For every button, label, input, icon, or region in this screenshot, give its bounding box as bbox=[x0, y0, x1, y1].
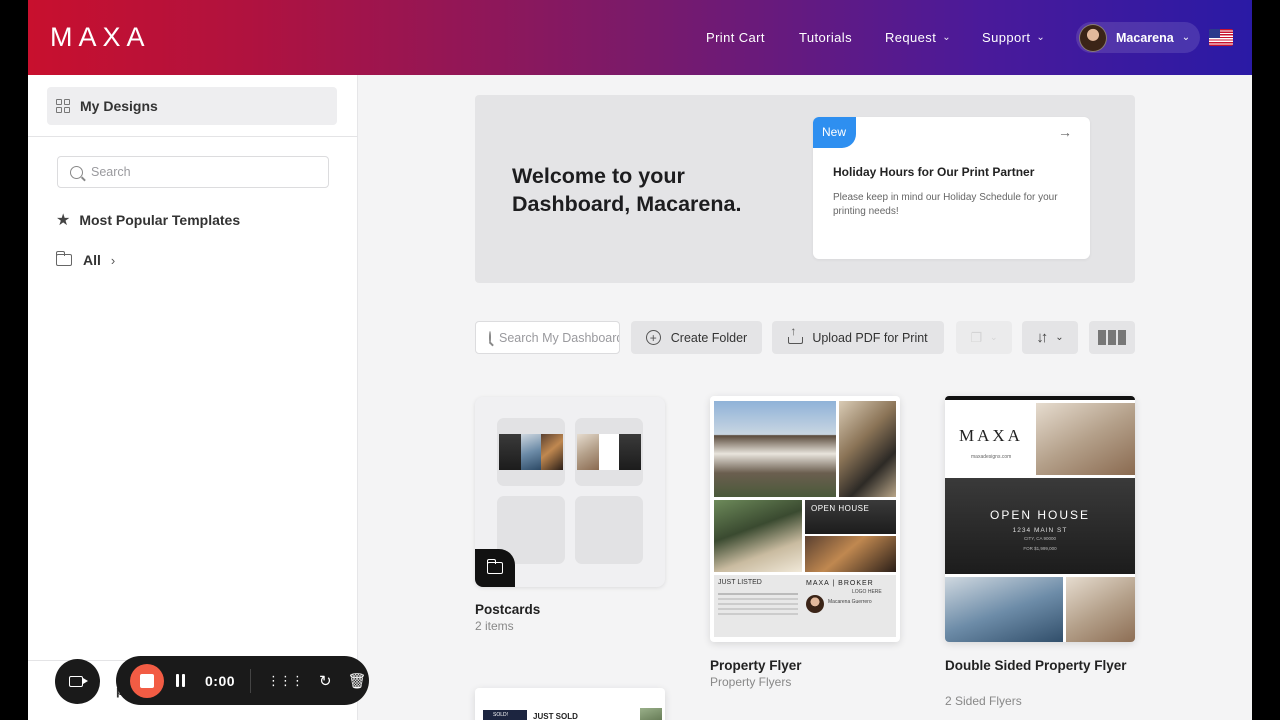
create-folder-label: Create Folder bbox=[670, 330, 748, 345]
arrow-right-icon[interactable]: → bbox=[1058, 124, 1072, 140]
sidebar-item-label: All bbox=[83, 252, 101, 268]
folder-open-icon bbox=[486, 559, 503, 574]
property-flyer-card[interactable]: OPEN HOUSE JUST LISTED MAXA | BROKER LOG… bbox=[710, 396, 900, 642]
card-subtitle: Property Flyers bbox=[710, 675, 792, 689]
nav-support-label: Support bbox=[982, 30, 1031, 45]
nav-request-label: Request bbox=[885, 30, 937, 45]
flyer-agent: Macarena Guerrero bbox=[828, 599, 872, 605]
search-placeholder: Search bbox=[91, 165, 131, 179]
video-camera-icon bbox=[68, 676, 88, 687]
dashboard-search-input[interactable]: Search My Dashboard bbox=[475, 321, 620, 354]
welcome-title: Welcome to your Dashboard, Macarena. bbox=[512, 164, 742, 216]
sidebar-item-all[interactable]: All › bbox=[55, 251, 116, 268]
search-icon bbox=[489, 331, 491, 344]
flyer-open-house: OPEN HOUSE bbox=[989, 508, 1090, 522]
sidebar: My Designs Search ★ Most Popular Templat… bbox=[28, 75, 358, 720]
grid-icon bbox=[56, 99, 70, 113]
folder-preview-2 bbox=[575, 418, 643, 486]
chevron-down-icon: ⌄ bbox=[942, 32, 952, 43]
chevron-down-icon: ⌄ bbox=[1181, 32, 1191, 43]
nav-print-cart-label: Print Cart bbox=[706, 30, 765, 45]
app-window: MAXA Print Cart Tutorials Request ⌄ Suppo… bbox=[28, 0, 1252, 720]
postcards-folder-card[interactable] bbox=[475, 397, 665, 587]
sidebar-item-label: My Designs bbox=[80, 98, 158, 114]
news-body: Please keep in mind our Holiday Schedule… bbox=[833, 192, 1058, 217]
postcard-just-sold: JUST SOLD bbox=[533, 712, 578, 720]
divider bbox=[28, 136, 358, 137]
trash-icon[interactable]: 🗑 bbox=[348, 672, 367, 690]
news-card[interactable]: New → Holiday Hours for Our Print Partne… bbox=[813, 117, 1090, 259]
folder-preview-1 bbox=[497, 418, 565, 486]
flyer-logo-here: LOGO HERE bbox=[852, 589, 882, 595]
postcard-sold: SOLD! bbox=[493, 712, 509, 718]
double-sided-flyer-card[interactable]: MAXA maxadesigns.com OPEN HOUSE 1234 MAI… bbox=[945, 396, 1135, 642]
news-title: Holiday Hours for Our Print Partner bbox=[833, 165, 1035, 179]
copy-dropdown-button[interactable]: ❐ ⌄ bbox=[956, 321, 1012, 354]
search-icon bbox=[70, 165, 83, 179]
postcard-card-partial[interactable]: SOLD! JUST SOLD bbox=[475, 688, 665, 720]
folder-badge bbox=[475, 549, 515, 587]
flyer-brand: MAXA bbox=[959, 426, 1023, 445]
card-title[interactable]: Postcards bbox=[475, 601, 540, 619]
card-title[interactable]: Double Sided Property Flyer bbox=[945, 657, 1135, 675]
divider bbox=[250, 668, 252, 693]
card-subtitle: 2 items bbox=[475, 619, 514, 633]
folder-preview-empty bbox=[575, 496, 643, 564]
upload-pdf-label: Upload PDF for Print bbox=[812, 330, 928, 345]
grid-view-toggle[interactable] bbox=[1089, 321, 1135, 354]
camera-toggle-button[interactable] bbox=[55, 659, 100, 704]
nav-request[interactable]: Request ⌄ bbox=[885, 30, 951, 45]
top-navigation-bar: MAXA Print Cart Tutorials Request ⌄ Suppo… bbox=[28, 0, 1252, 75]
chevron-right-icon: › bbox=[110, 252, 116, 268]
flyer-site: maxadesigns.com bbox=[971, 454, 1012, 460]
new-badge: New bbox=[813, 117, 856, 148]
create-folder-button[interactable]: + Create Folder bbox=[631, 321, 762, 354]
nav-support[interactable]: Support ⌄ bbox=[982, 30, 1045, 45]
flyer-address: 1234 MAIN ST bbox=[1012, 527, 1068, 534]
columns-icon bbox=[1098, 330, 1126, 345]
user-name: Macarena bbox=[1116, 30, 1174, 45]
upload-pdf-button[interactable]: Upload PDF for Print bbox=[772, 321, 944, 354]
upload-icon bbox=[788, 324, 804, 344]
chevron-down-icon: ⌄ bbox=[990, 332, 998, 342]
nav-tutorials-label: Tutorials bbox=[799, 30, 852, 45]
sort-icon: ↓↑ bbox=[1036, 329, 1048, 346]
sidebar-item-my-designs[interactable]: My Designs bbox=[47, 87, 337, 125]
chevron-down-icon: ⌄ bbox=[1055, 332, 1064, 343]
drag-handle-icon[interactable]: ⋮⋮⋮ bbox=[267, 673, 304, 689]
card-title[interactable]: Property Flyer bbox=[710, 657, 802, 675]
sidebar-search-input[interactable]: Search bbox=[57, 156, 329, 188]
flyer-open-house: OPEN HOUSE bbox=[811, 504, 870, 513]
restart-icon[interactable]: ↻ bbox=[319, 672, 332, 690]
pause-button[interactable] bbox=[176, 674, 185, 687]
folder-icon bbox=[55, 251, 72, 266]
star-icon: ★ bbox=[56, 212, 71, 229]
sidebar-item-most-popular[interactable]: ★ Most Popular Templates bbox=[56, 210, 240, 230]
avatar bbox=[1079, 23, 1107, 52]
flyer-brand: MAXA | BROKER bbox=[806, 580, 874, 587]
nav-tutorials[interactable]: Tutorials bbox=[799, 30, 852, 45]
agent-photo bbox=[806, 595, 824, 613]
us-flag-icon[interactable] bbox=[1209, 29, 1233, 46]
search-placeholder: Search My Dashboard bbox=[499, 330, 620, 345]
flyer-price: FOR $1,999,000 bbox=[1023, 546, 1057, 551]
recording-timer: 0:00 bbox=[205, 672, 236, 689]
recorder-controls: 0:00 ⋮⋮⋮ ↻ 🗑 bbox=[116, 656, 369, 705]
nav-print-cart[interactable]: Print Cart bbox=[706, 30, 765, 45]
welcome-banner: Welcome to your Dashboard, Macarena. New… bbox=[475, 95, 1135, 283]
chevron-down-icon: ⌄ bbox=[1036, 32, 1046, 43]
sort-button[interactable]: ↓↑ ⌄ bbox=[1022, 321, 1078, 354]
plus-circle-icon: + bbox=[645, 330, 661, 345]
stop-icon bbox=[140, 673, 154, 688]
card-subtitle: 2 Sided Flyers bbox=[945, 694, 1022, 708]
flyer-just-listed: JUST LISTED bbox=[718, 579, 762, 586]
maxa-logo[interactable]: MAXA bbox=[50, 22, 151, 53]
flyer-city: CITY, CA 90000 bbox=[1024, 536, 1056, 541]
user-menu[interactable]: Macarena ⌄ bbox=[1076, 22, 1200, 53]
copy-icon: ❐ bbox=[970, 329, 983, 345]
stop-recording-button[interactable] bbox=[130, 663, 164, 698]
sidebar-item-label: Most Popular Templates bbox=[79, 212, 241, 228]
